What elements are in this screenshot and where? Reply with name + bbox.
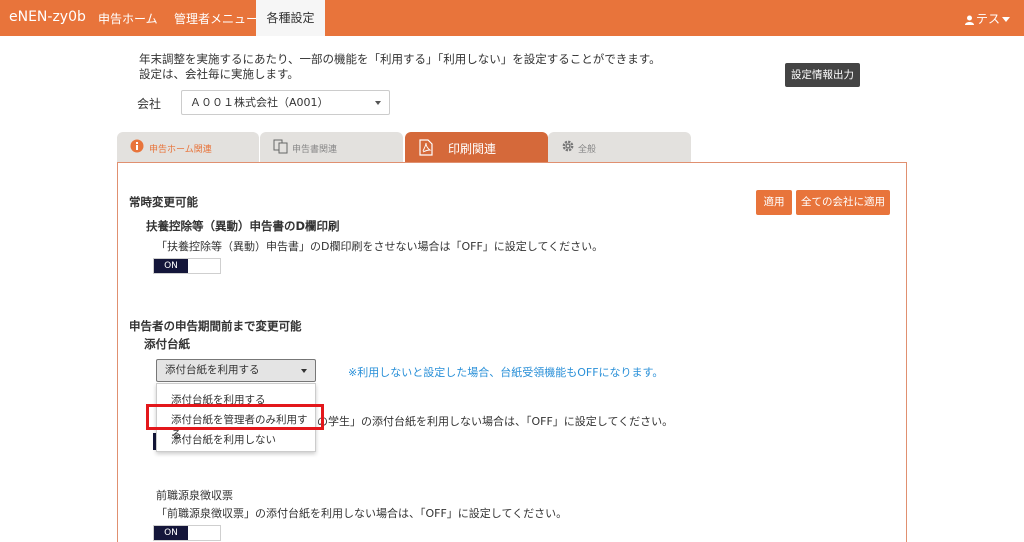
nav-item-home[interactable]: 申告ホーム — [98, 10, 158, 27]
user-icon — [964, 15, 974, 25]
export-settings-button[interactable]: 設定情報出力 — [785, 63, 860, 87]
item-desc-previous-withholding: 「前職源泉徴収票」の添付台紙を利用しない場合は、「OFF」に設定してください。 — [156, 507, 568, 520]
tab-print[interactable]: 印刷関連 — [405, 132, 548, 162]
item-title-previous-withholding: 前職源泉徴収票 — [156, 489, 233, 502]
company-label: 会社 — [137, 97, 162, 111]
section-title-before-period: 申告者の申告期間前まで変更可能 — [129, 319, 302, 333]
nav-item-admin-menu[interactable]: 管理者メニュー — [174, 10, 258, 27]
intro-line-2: 設定は、会社毎に実施します。 — [139, 67, 299, 81]
pdf-icon — [419, 139, 433, 156]
toggle-on-label: ON — [154, 526, 188, 540]
tab-home[interactable]: 申告ホーム関連 — [117, 132, 259, 162]
item-title-d-column: 扶養控除等（異動）申告書のD欄印刷 — [146, 219, 340, 233]
toggle-previous-withholding[interactable]: ON — [153, 525, 221, 541]
toggle-on-label: ON — [154, 259, 188, 273]
top-navbar: eNEN-zy0b 申告ホーム 管理者メニュー 各種設定 テス — [0, 0, 1024, 36]
chevron-down-icon — [301, 369, 307, 373]
tab-documents-label: 申告書関連 — [292, 145, 338, 155]
user-menu[interactable]: テス — [964, 10, 1010, 27]
info-icon — [130, 139, 144, 153]
tab-print-label: 印刷関連 — [448, 142, 497, 156]
apply-all-button[interactable]: 全ての会社に適用 — [796, 190, 890, 215]
company-select-value: Ａ００１株式会社（A001） — [190, 96, 329, 109]
toggle-d-column[interactable]: ON — [153, 258, 221, 274]
chevron-down-icon — [1002, 17, 1010, 22]
brand-logo[interactable]: eNEN-zy0b — [9, 9, 86, 25]
company-select[interactable]: Ａ００１株式会社（A001） — [181, 90, 390, 115]
student-desc: の学生」の添付台紙を利用しない場合は、「OFF」に設定してください。 — [317, 415, 674, 428]
item-title-attachment: 添付台紙 — [144, 337, 190, 351]
chevron-down-icon — [375, 101, 381, 105]
attachment-select-value: 添付台紙を利用する — [165, 364, 260, 376]
gear-icon — [562, 140, 574, 152]
highlight-box — [146, 404, 324, 430]
dropdown-option[interactable]: 添付台紙を利用しない — [171, 432, 276, 447]
copy-icon — [273, 139, 288, 154]
nav-item-settings[interactable]: 各種設定 — [256, 0, 325, 36]
user-name: テス — [975, 12, 1000, 26]
section-title-always: 常時変更可能 — [129, 195, 198, 209]
apply-button[interactable]: 適用 — [756, 190, 792, 215]
intro-text: 年末調整を実施するにあたり、一部の機能を「利用する」「利用しない」を設定すること… — [139, 52, 661, 82]
intro-line-1: 年末調整を実施するにあたり、一部の機能を「利用する」「利用しない」を設定すること… — [139, 52, 661, 66]
tab-general-label: 全般 — [578, 145, 597, 155]
item-desc-d-column: 「扶養控除等（異動）申告書」のD欄印刷をさせない場合は「OFF」に設定してくださ… — [156, 240, 604, 253]
attachment-note: ※利用しないと設定した場合、台紙受領機能もOFFになります。 — [348, 366, 664, 379]
attachment-select[interactable]: 添付台紙を利用する — [156, 359, 316, 382]
tab-general[interactable]: 全般 — [548, 132, 691, 162]
tab-documents[interactable]: 申告書関連 — [260, 132, 403, 162]
tab-home-label: 申告ホーム関連 — [149, 145, 212, 155]
